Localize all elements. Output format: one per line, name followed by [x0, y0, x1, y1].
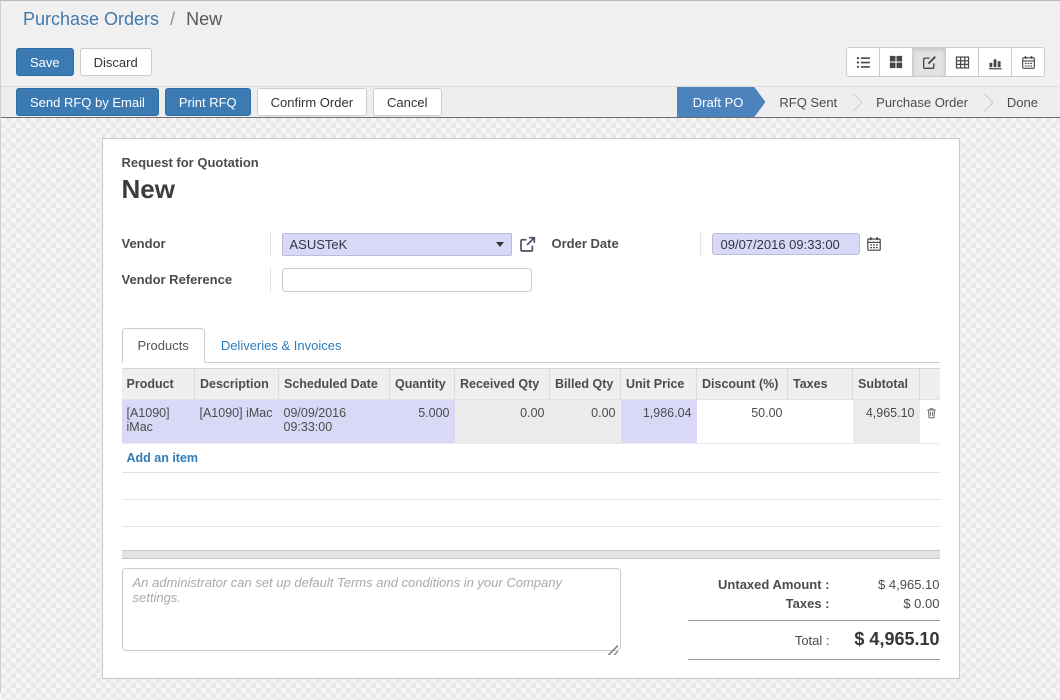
order-date-input[interactable] [712, 233, 860, 255]
discard-button[interactable]: Discard [80, 48, 152, 76]
totals-panel: Untaxed Amount : $ 4,965.10 Taxes : $ 0.… [688, 568, 940, 660]
statusbar: Draft PO RFQ Sent Purchase Order Done [677, 87, 1060, 117]
control-panel-buttons-row: Save Discard [1, 38, 1060, 86]
control-panel-breadcrumb-row: Purchase Orders / New [1, 1, 1060, 38]
view-switcher [846, 47, 1045, 77]
add-an-item-link[interactable]: Add an item [127, 451, 199, 465]
vendor-reference-label: Vendor Reference [122, 267, 270, 293]
total-value: $ 4,965.10 [844, 629, 940, 650]
taxes-label: Taxes : [688, 596, 844, 611]
statusbar-step-rfq-sent[interactable]: RFQ Sent [765, 87, 851, 117]
taxes-value: $ 0.00 [844, 596, 940, 611]
datepicker-calendar-icon[interactable] [866, 236, 882, 252]
order-date-label: Order Date [552, 231, 700, 257]
tab-deliveries-invoices[interactable]: Deliveries & Invoices [205, 328, 358, 363]
print-rfq-button[interactable]: Print RFQ [165, 88, 251, 116]
vendor-select-value: ASUSTeK [290, 237, 348, 252]
view-pivot-button[interactable] [945, 47, 979, 77]
list-view-icon [856, 55, 871, 70]
col-taxes: Taxes [788, 369, 853, 400]
vendor-select[interactable]: ASUSTeK [282, 233, 512, 256]
form-view-background: Request for Quotation New Vendor ASUSTeK [1, 118, 1060, 700]
cell-subtotal: 4,965.10 [853, 400, 920, 444]
save-button[interactable]: Save [16, 48, 74, 76]
send-rfq-by-email-button[interactable]: Send RFQ by Email [16, 88, 159, 116]
col-description: Description [195, 369, 279, 400]
cell-description[interactable]: [A1090] iMac [195, 400, 279, 444]
trash-icon [925, 409, 938, 423]
col-scheduled-date: Scheduled Date [279, 369, 390, 400]
cell-quantity[interactable]: 5.000 [390, 400, 455, 444]
form-sheet: Request for Quotation New Vendor ASUSTeK [102, 138, 960, 679]
page-title: New [122, 174, 940, 205]
confirm-order-button[interactable]: Confirm Order [257, 88, 367, 116]
view-form-button[interactable] [912, 47, 946, 77]
col-received-qty: Received Qty [455, 369, 550, 400]
field-groups: Vendor ASUSTeK [122, 231, 940, 303]
view-kanban-button[interactable] [879, 47, 913, 77]
cell-taxes[interactable] [788, 400, 853, 444]
statusbar-step-done[interactable]: Done [993, 87, 1052, 117]
section-separator [122, 550, 940, 559]
table-row[interactable]: [A1090] iMac [A1090] iMac 09/09/2016 09:… [122, 400, 940, 444]
untaxed-amount-value: $ 4,965.10 [844, 577, 940, 592]
col-quantity: Quantity [390, 369, 455, 400]
empty-row [122, 473, 940, 500]
col-unit-price: Unit Price [621, 369, 697, 400]
breadcrumb-separator: / [170, 9, 175, 29]
col-product: Product [122, 369, 195, 400]
col-discount: Discount (%) [697, 369, 788, 400]
breadcrumb-parent-link[interactable]: Purchase Orders [23, 9, 159, 29]
breadcrumb-current: New [186, 9, 222, 29]
delete-row-button[interactable] [920, 400, 940, 444]
cancel-button[interactable]: Cancel [373, 88, 441, 116]
view-list-button[interactable] [846, 47, 880, 77]
view-graph-button[interactable] [978, 47, 1012, 77]
notebook-tabs: Products Deliveries & Invoices [122, 327, 940, 363]
cell-billed-qty: 0.00 [550, 400, 621, 444]
view-calendar-button[interactable] [1011, 47, 1045, 77]
vendor-reference-input[interactable] [282, 268, 532, 292]
terms-textarea[interactable] [122, 568, 621, 651]
cell-scheduled-date[interactable]: 09/09/2016 09:33:00 [279, 400, 390, 444]
totals-divider [688, 620, 940, 621]
chevron-down-icon [496, 242, 504, 247]
breadcrumb: Purchase Orders / New [23, 9, 222, 30]
untaxed-amount-label: Untaxed Amount : [688, 577, 844, 592]
statusbar-step-draft-po[interactable]: Draft PO [677, 87, 766, 117]
tab-products[interactable]: Products [122, 328, 205, 363]
kanban-view-icon [889, 55, 903, 69]
table-header-row: Product Description Scheduled Date Quant… [122, 369, 940, 400]
cell-product[interactable]: [A1090] iMac [122, 400, 195, 444]
pivot-view-icon [955, 55, 970, 70]
open-vendor-record-button[interactable] [519, 236, 536, 253]
add-item-row: Add an item [122, 444, 940, 473]
empty-row [122, 500, 940, 527]
col-subtotal: Subtotal [853, 369, 920, 400]
cell-received-qty: 0.00 [455, 400, 550, 444]
terms-and-conditions-field [122, 568, 621, 660]
total-label: Total : [688, 633, 844, 648]
control-panel-action-row: Send RFQ by Email Print RFQ Confirm Orde… [1, 86, 1060, 118]
vendor-label: Vendor [122, 231, 270, 257]
calendar-view-icon [1021, 55, 1036, 70]
col-billed-qty: Billed Qty [550, 369, 621, 400]
cell-discount[interactable]: 50.00 [697, 400, 788, 444]
form-view-icon [922, 55, 937, 70]
statusbar-step-purchase-order[interactable]: Purchase Order [862, 87, 982, 117]
document-type-label: Request for Quotation [122, 155, 940, 170]
order-lines-table: Product Description Scheduled Date Quant… [122, 368, 940, 527]
cell-unit-price[interactable]: 1,986.04 [621, 400, 697, 444]
graph-view-icon [988, 55, 1003, 70]
col-actions [920, 369, 940, 400]
